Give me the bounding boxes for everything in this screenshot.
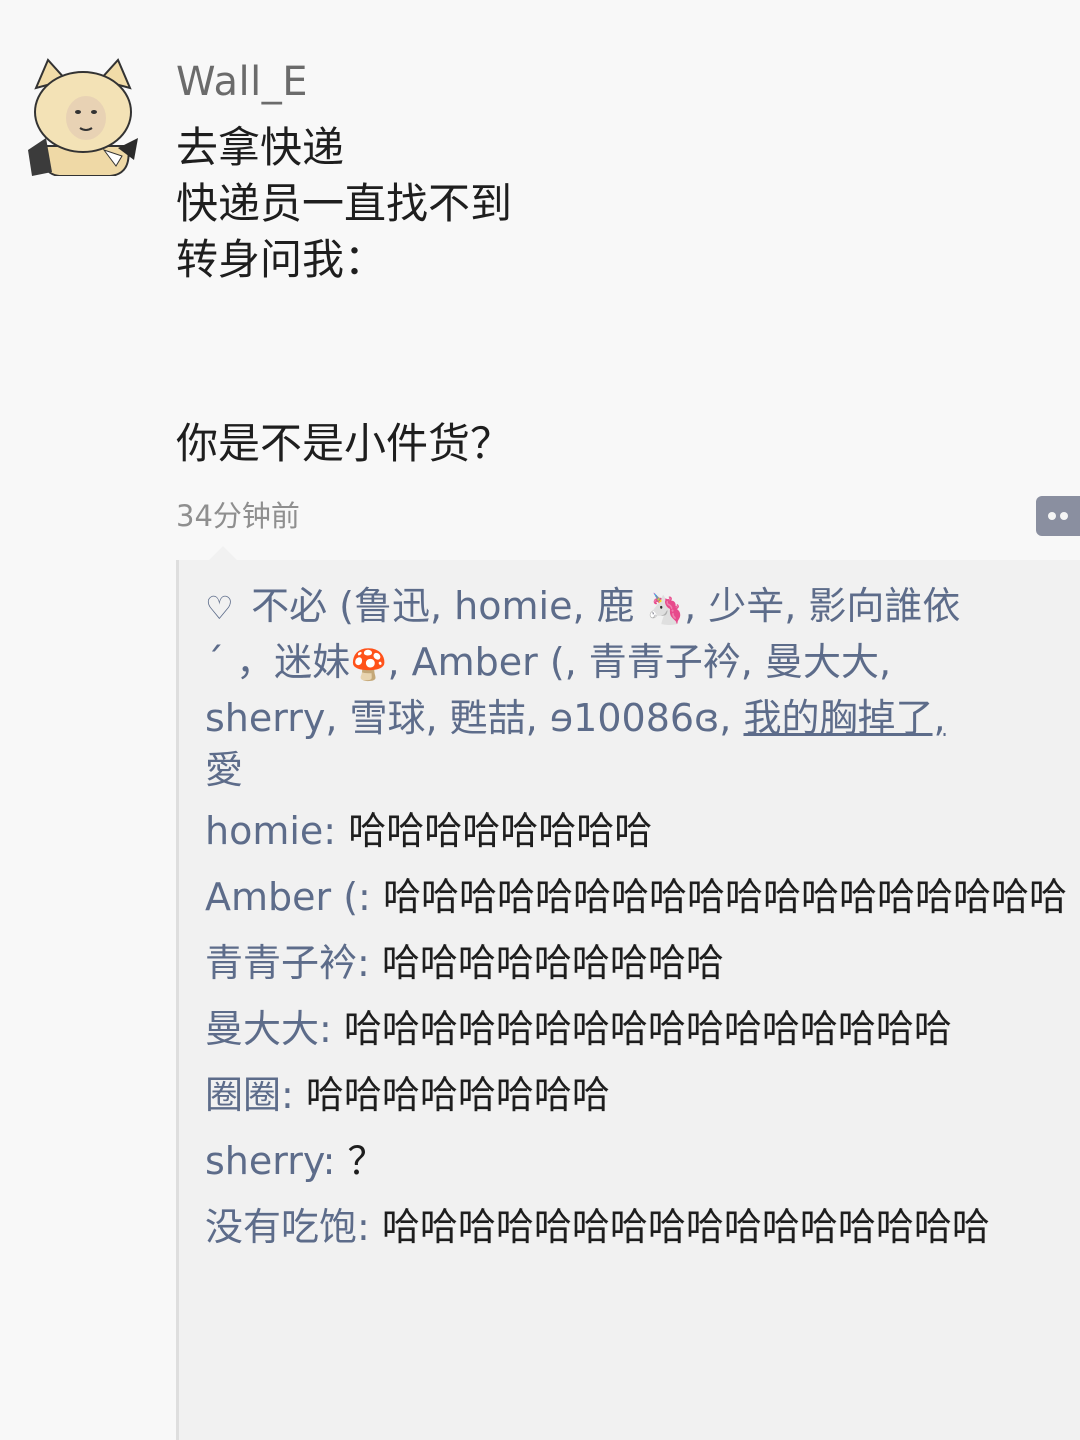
comment-text: 哈哈哈哈哈哈哈哈哈哈哈哈哈哈哈哈 bbox=[343, 1007, 952, 1051]
likes-text-6[interactable]: 愛 bbox=[205, 748, 243, 792]
post-line-3: 转身问我： bbox=[176, 235, 387, 284]
comment-text: ？ bbox=[347, 1139, 386, 1183]
comment-item[interactable]: homie: 哈哈哈哈哈哈哈哈 bbox=[205, 804, 1071, 858]
comment-separator: : bbox=[323, 809, 349, 853]
comment-text: 哈哈哈哈哈哈哈哈 bbox=[305, 1073, 610, 1117]
comment-action-button[interactable] bbox=[1036, 496, 1080, 536]
comment-item[interactable]: 圈圈: 哈哈哈哈哈哈哈哈 bbox=[205, 1068, 1071, 1122]
comment-author[interactable]: 曼大大 bbox=[205, 1007, 319, 1051]
comment-item[interactable]: 曼大大: 哈哈哈哈哈哈哈哈哈哈哈哈哈哈哈哈 bbox=[205, 1002, 1071, 1056]
post: Wall_E 去拿快递 快递员一直找不到 转身问我： 你是不是小件货？ 34分钟… bbox=[176, 50, 1056, 533]
comment-separator: : bbox=[357, 941, 382, 985]
post-username[interactable]: Wall_E bbox=[176, 50, 1056, 114]
comment-author[interactable]: 青青子衿 bbox=[205, 941, 357, 985]
comment-separator: : bbox=[322, 1139, 348, 1183]
interaction-panel: ♡ 不必 (鲁迅, homie, 鹿 🦄, 少辛, 影向誰依 ˊ ，迷妹🍄, A… bbox=[176, 546, 1080, 1440]
comment-text: 哈哈哈哈哈哈哈哈哈 bbox=[381, 941, 724, 985]
dot-icon bbox=[1048, 512, 1056, 520]
comment-text: 哈哈哈哈哈哈哈哈哈哈哈哈哈哈哈哈 bbox=[381, 1205, 990, 1249]
likes-text-5[interactable]: sherry, 雪球, 甦喆, ɘ10086ɞ, bbox=[205, 696, 731, 740]
post-punchline: 你是不是小件货？ bbox=[176, 419, 513, 468]
comment-author[interactable]: sherry bbox=[205, 1139, 323, 1183]
likes-text-4[interactable]: , Amber (, 青青子衿, 曼大大, bbox=[387, 640, 891, 684]
comment-item[interactable]: 青青子衿: 哈哈哈哈哈哈哈哈哈 bbox=[205, 936, 1071, 990]
likes-last-liker[interactable]: 我的胸掉了, bbox=[743, 696, 945, 740]
comment-text: 哈哈哈哈哈哈哈哈哈哈哈哈哈哈哈哈哈哈 bbox=[382, 875, 1067, 919]
post-text: 去拿快递 快递员一直找不到 转身问我： bbox=[176, 120, 1056, 288]
likes-text-3[interactable]: ˊ ，迷妹 bbox=[205, 640, 350, 684]
comment-author[interactable]: Amber ( bbox=[205, 875, 358, 919]
avatar[interactable] bbox=[22, 54, 144, 176]
comments-list: homie: 哈哈哈哈哈哈哈哈 Amber (: 哈哈哈哈哈哈哈哈哈哈哈哈哈哈哈… bbox=[205, 804, 1071, 1266]
comment-item[interactable]: Amber (: 哈哈哈哈哈哈哈哈哈哈哈哈哈哈哈哈哈哈 bbox=[205, 870, 1071, 924]
unicorn-emoji-icon: 🦄 bbox=[646, 592, 685, 627]
post-line-2: 快递员一直找不到 bbox=[176, 179, 513, 228]
likes-text-2[interactable]: , 少辛, 影向誰依 bbox=[684, 584, 960, 628]
comment-author[interactable]: 没有吃饱 bbox=[205, 1205, 357, 1249]
comment-author[interactable]: homie bbox=[205, 809, 323, 853]
comment-separator: : bbox=[357, 1205, 382, 1249]
likes-prefix[interactable]: 不必 ( bbox=[251, 584, 354, 628]
comment-separator: : bbox=[358, 875, 383, 919]
heart-outline-icon: ♡ bbox=[205, 589, 234, 627]
comment-text: 哈哈哈哈哈哈哈哈 bbox=[348, 809, 653, 853]
dot-icon bbox=[1060, 512, 1068, 520]
likes-list: ♡ 不必 (鲁迅, homie, 鹿 🦄, 少辛, 影向誰依 ˊ ，迷妹🍄, A… bbox=[205, 580, 1071, 796]
likes-text-1[interactable]: 鲁迅, homie, 鹿 bbox=[354, 584, 635, 628]
mushroom-emoji-icon: 🍄 bbox=[350, 648, 388, 683]
moments-page: Wall_E 去拿快递 快递员一直找不到 转身问我： 你是不是小件货？ 34分钟… bbox=[0, 0, 1080, 1440]
comment-separator: : bbox=[319, 1007, 344, 1051]
post-timestamp: 34分钟前 bbox=[176, 499, 300, 533]
comment-separator: : bbox=[281, 1073, 306, 1117]
comment-item[interactable]: 没有吃饱: 哈哈哈哈哈哈哈哈哈哈哈哈哈哈哈哈 bbox=[205, 1200, 1071, 1254]
comment-author[interactable]: 圈圈 bbox=[205, 1073, 281, 1117]
comment-item[interactable]: sherry: ？ bbox=[205, 1134, 1071, 1188]
post-line-1: 去拿快递 bbox=[176, 123, 345, 172]
